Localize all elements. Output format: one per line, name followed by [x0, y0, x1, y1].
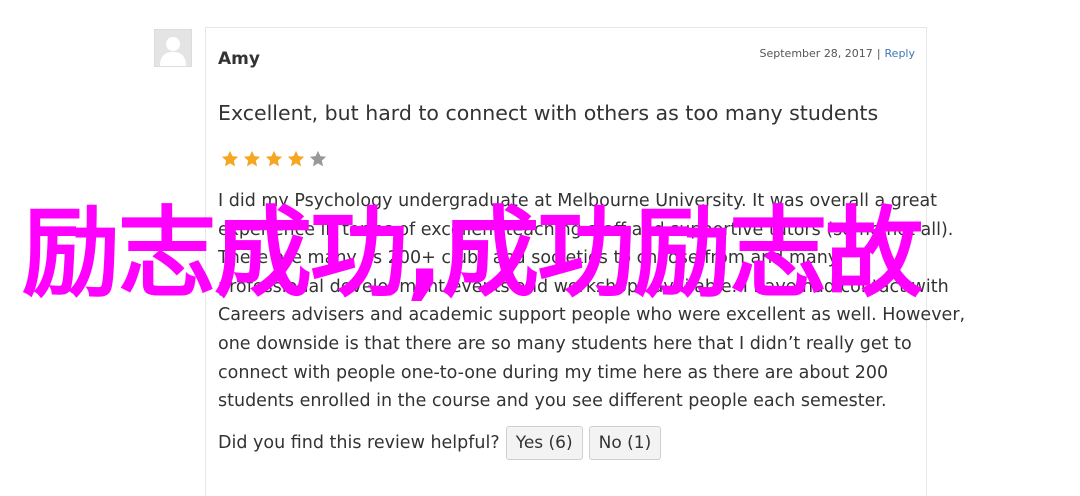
star-icon: [309, 150, 327, 167]
vote-yes-button[interactable]: Yes (6): [505, 426, 583, 460]
meta-separator: |: [876, 47, 881, 60]
star-rating: [220, 149, 328, 169]
review-body-line: There are many as 200+ clubs and societi…: [218, 248, 839, 269]
avatar: [154, 29, 192, 67]
review-body-line: professional development events and work…: [218, 276, 949, 297]
helpful-question: Did you find this review helpful?: [218, 433, 500, 453]
reply-link[interactable]: Reply: [885, 47, 915, 60]
review-body-line: experience in terms of excellent teachin…: [218, 219, 954, 240]
vote-no-button[interactable]: No (1): [588, 426, 662, 460]
default-user-avatar-icon: [155, 30, 191, 66]
star-icon: [221, 150, 239, 167]
review-body-line: one downside is that there are so many s…: [218, 333, 912, 354]
review-card: Amy September 28, 2017 | Reply Excellent, …: [205, 27, 966, 496]
review-body-line: connect with people one-to-one during my…: [218, 362, 889, 383]
star-icon: [243, 150, 261, 167]
review-meta: September 28, 2017 | Reply: [760, 47, 915, 60]
review-body: I did my Psychology undergraduate at Mel…: [218, 187, 966, 416]
review-page: Amy September 28, 2017 | Reply Excellent, …: [0, 0, 1080, 496]
review-date: September 28, 2017: [759, 47, 873, 60]
review-author: Amy: [218, 49, 260, 69]
review-body-line: Careers advisers and academic support pe…: [218, 305, 966, 326]
review-title: Excellent, but hard to connect with othe…: [218, 101, 879, 125]
star-icon: [287, 150, 305, 167]
star-icon: [265, 150, 283, 167]
review-body-line: students enrolled in the course and you …: [218, 391, 887, 412]
review-body-line: I did my Psychology undergraduate at Mel…: [218, 191, 938, 211]
helpful-prompt: Did you find this review helpful? Yes (6…: [218, 426, 662, 460]
